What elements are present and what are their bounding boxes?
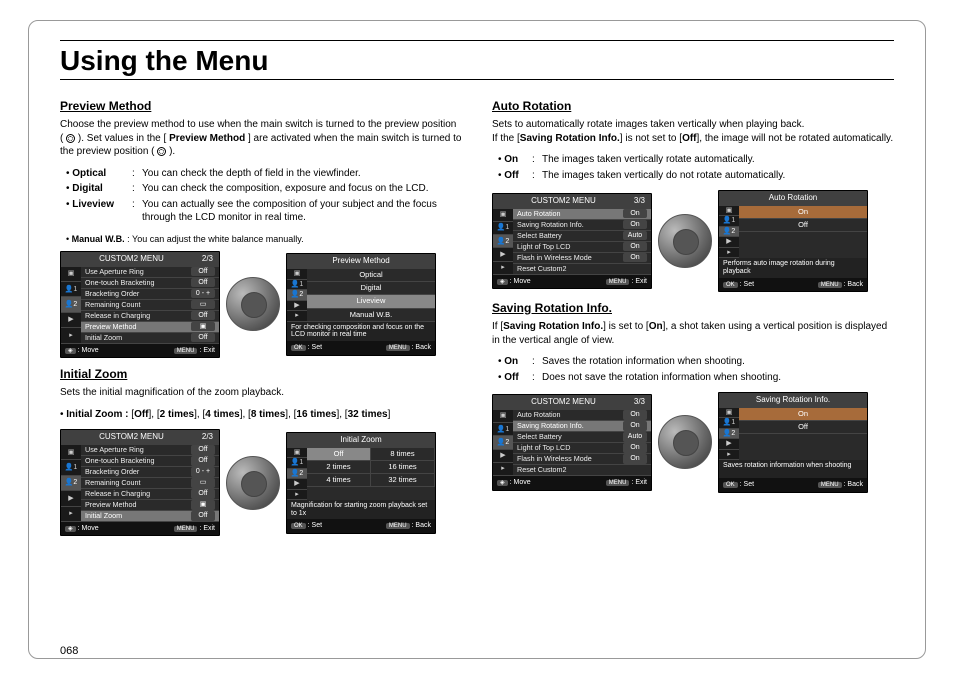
h-saving-rotation: Saving Rotation Info. — [492, 300, 894, 316]
preview-intro: Choose the preview method to use when th… — [60, 118, 462, 159]
preview-bullets: • Optical:You can check the depth of fie… — [66, 167, 462, 225]
lcd-custom2-zoom: CUSTOM2 MENU2/3 ▣👤1👤2▶▸ Use Aperture Rin… — [60, 429, 220, 536]
h-preview-method: Preview Method — [60, 98, 462, 114]
zoom-intro: Sets the initial magnification of the zo… — [60, 386, 462, 400]
preview-pos-icon — [66, 134, 75, 143]
lcd-preview-detail: Preview Method ▣👤1👤2▶▸ Optical Digital L… — [286, 253, 436, 355]
preview-pos-icon — [157, 147, 166, 156]
dial-icon: OK — [226, 277, 280, 331]
h-initial-zoom: Initial Zoom — [60, 366, 462, 382]
lcd-custom2-auto: CUSTOM2 MENU3/3 ▣👤1👤2▶▸ Auto RotationOn … — [492, 193, 652, 289]
page-number: 068 — [60, 645, 78, 657]
rule-under — [60, 79, 894, 80]
rule-top — [60, 40, 894, 41]
tab-play-icon: ▶ — [61, 313, 81, 328]
zoom-options: • Initial Zoom : [Off], [2 times], [4 ti… — [60, 408, 462, 422]
lcd-custom2-preview: CUSTOM2 MENU2/3 ▣ 👤1 👤2 ▶ ▸ Use Aperture… — [60, 251, 220, 358]
dial-icon: OK — [226, 456, 280, 510]
dial-icon: OK — [658, 214, 712, 268]
tab-user1-icon: 👤1 — [61, 282, 81, 297]
manual-wb-note: • Manual W.B. : You can adjust the white… — [66, 233, 462, 245]
save-bullets: • On:Saves the rotation information when… — [498, 355, 894, 384]
auto-bullets: • On:The images taken vertically rotate … — [498, 153, 894, 182]
lcd-save-detail: Saving Rotation Info. ▣👤1👤2▶▸ On Off Sav… — [718, 392, 868, 492]
h-auto-rotation: Auto Rotation — [492, 98, 894, 114]
lcd-auto-detail: Auto Rotation ▣👤1👤2▶▸ On Off Performs au… — [718, 190, 868, 292]
lcd-zoom-detail: Initial Zoom ▣👤1👤2▶▸ Off8 times 2 times1… — [286, 432, 436, 534]
save-intro: If [Saving Rotation Info.] is set to [On… — [492, 320, 894, 347]
auto-intro: Sets to automatically rotate images take… — [492, 118, 894, 145]
dial-icon: OK — [658, 415, 712, 469]
tab-setup-icon: ▸ — [61, 328, 81, 343]
page-title: Using the Menu — [60, 45, 894, 77]
tab-user2-icon: 👤2 — [61, 297, 81, 312]
col-left: Preview Method Choose the preview method… — [60, 94, 462, 544]
col-right: Auto Rotation Sets to automatically rota… — [492, 94, 894, 544]
lcd-custom2-save: CUSTOM2 MENU3/3 ▣👤1👤2▶▸ Auto RotationOn … — [492, 394, 652, 490]
tab-camera-icon: ▣ — [61, 267, 81, 282]
